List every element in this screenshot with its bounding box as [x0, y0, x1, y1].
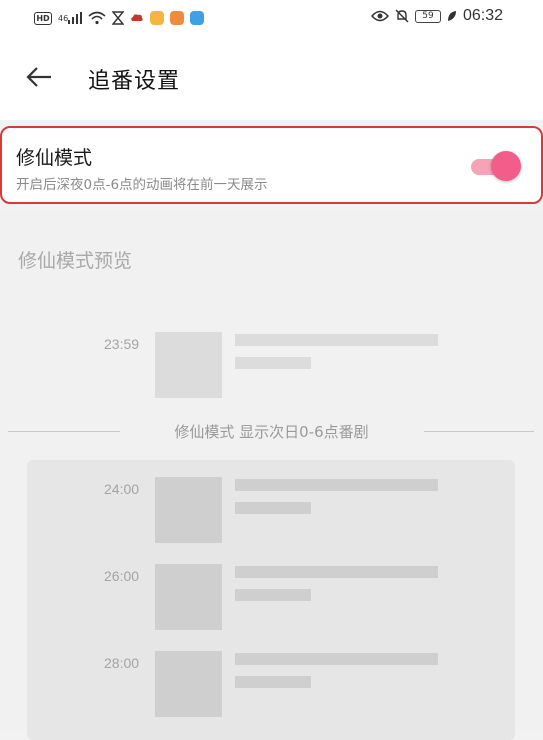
app-notification-icon	[150, 11, 165, 25]
subtitle-placeholder	[235, 589, 311, 601]
thumbnail-placeholder	[155, 477, 222, 543]
thumbnail-placeholder	[155, 332, 222, 398]
episode-time: 28:00	[104, 655, 140, 671]
page-title: 追番设置	[88, 69, 181, 94]
status-bar: HD 46 59 06:32	[0, 0, 543, 34]
heart-app-icon	[170, 11, 185, 25]
subtitle-placeholder	[235, 502, 311, 514]
message-app-icon	[190, 11, 205, 25]
title-placeholder	[235, 653, 438, 665]
list-item: 23:59	[0, 332, 543, 402]
setting-cultivation-mode[interactable]: 修仙模式 开启后深夜0点-6点的动画将在前一天展示	[0, 126, 543, 204]
list-item: 24:00	[0, 477, 543, 547]
hourglass-icon	[112, 11, 125, 25]
bell-off-icon	[395, 9, 409, 23]
status-time: 06:32	[462, 7, 503, 24]
episode-time: 24:00	[104, 481, 140, 497]
eye-icon	[370, 10, 389, 22]
arrow-left-icon	[26, 67, 51, 87]
toggle-thumb	[491, 151, 521, 181]
list-item: 26:00	[0, 564, 543, 634]
divider-label: 修仙模式 显示次日0-6点番剧	[174, 423, 369, 441]
cultivation-mode-toggle[interactable]	[471, 151, 521, 181]
thumbnail-placeholder	[155, 651, 222, 717]
cloud-app-icon	[130, 12, 144, 24]
title-placeholder	[235, 566, 438, 578]
episode-time: 26:00	[104, 568, 140, 584]
title-placeholder	[235, 479, 438, 491]
list-item: 28:00	[0, 651, 543, 721]
leaf-icon	[447, 10, 457, 22]
preview-title: 修仙模式预览	[18, 250, 133, 272]
signal-icon: 46	[58, 12, 83, 24]
thumbnail-placeholder	[155, 564, 222, 630]
network-type-label: 46	[58, 13, 69, 23]
setting-title: 修仙模式	[16, 147, 93, 169]
app-header: 追番设置	[0, 34, 543, 120]
setting-subtitle: 开启后深夜0点-6点的动画将在前一天展示	[16, 177, 268, 193]
battery-icon: 59	[414, 9, 441, 23]
episode-time: 23:59	[104, 336, 140, 352]
status-icons-left: HD 46	[34, 9, 205, 27]
hd-icon: HD	[34, 11, 52, 25]
wifi-icon	[88, 11, 106, 25]
title-placeholder	[235, 334, 438, 346]
subtitle-placeholder	[235, 357, 311, 369]
status-icons-right: 59 06:32	[370, 7, 503, 25]
subtitle-placeholder	[235, 676, 311, 688]
back-button[interactable]	[24, 62, 54, 92]
